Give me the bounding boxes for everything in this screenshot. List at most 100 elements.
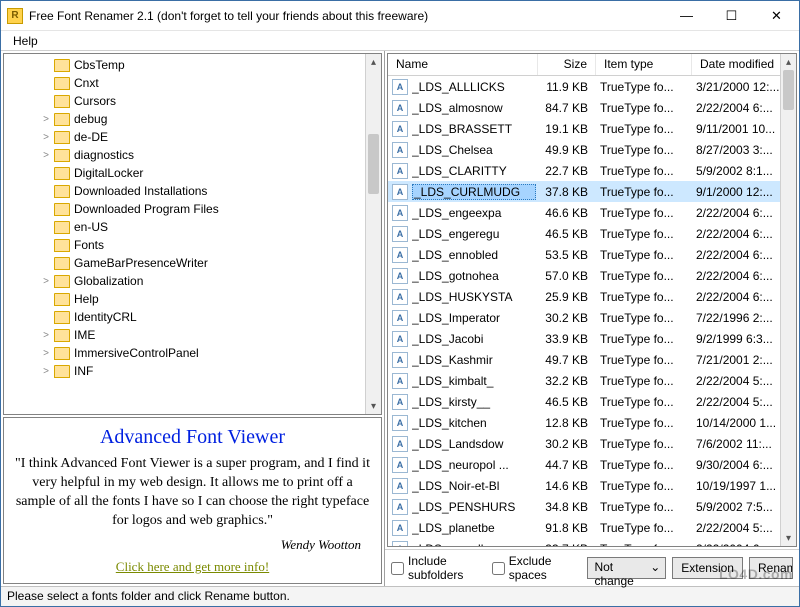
include-subfolders-checkbox[interactable]: Include subfolders xyxy=(391,554,486,582)
file-name: _LDS_neuropol ... xyxy=(412,458,536,472)
file-row[interactable]: _LDS_neuropol ...44.7 KBTrueType fo...9/… xyxy=(388,454,780,475)
file-row[interactable]: _LDS_kitchen12.8 KBTrueType fo...10/14/2… xyxy=(388,412,780,433)
file-row[interactable]: _LDS_PENSHURS34.8 KBTrueType fo...5/9/20… xyxy=(388,496,780,517)
tree-item[interactable]: >diagnostics xyxy=(4,146,381,164)
file-row[interactable]: _LDS_kimbalt_32.2 KBTrueType fo...2/22/2… xyxy=(388,370,780,391)
tree-item[interactable]: Cnxt xyxy=(4,74,381,92)
file-row[interactable]: _LDS_Kashmir49.7 KBTrueType fo...7/21/20… xyxy=(388,349,780,370)
tree-item[interactable]: >ImmersiveControlPanel xyxy=(4,344,381,362)
tree-scrollbar[interactable]: ▴ ▾ xyxy=(365,54,381,414)
promo-panel: Advanced Font Viewer "I think Advanced F… xyxy=(3,417,382,584)
menu-help[interactable]: Help xyxy=(7,32,44,50)
file-name: _LDS_planetbe xyxy=(412,521,536,535)
tree-item[interactable]: en-US xyxy=(4,218,381,236)
tree-item[interactable]: Cursors xyxy=(4,92,381,110)
file-type: TrueType fo... xyxy=(594,206,690,220)
col-size[interactable]: Size xyxy=(538,54,596,75)
file-row[interactable]: _LDS_engeregu46.5 KBTrueType fo...2/22/2… xyxy=(388,223,780,244)
file-row[interactable]: _LDS_Imperator30.2 KBTrueType fo...7/22/… xyxy=(388,307,780,328)
file-row[interactable]: _LDS_HUSKYSTA25.9 KBTrueType fo...2/22/2… xyxy=(388,286,780,307)
expand-icon[interactable]: > xyxy=(40,329,52,341)
tree-item[interactable]: Downloaded Installations xyxy=(4,182,381,200)
font-file-icon xyxy=(392,436,408,452)
font-file-icon xyxy=(392,268,408,284)
folder-icon xyxy=(54,149,70,162)
file-row[interactable]: _LDS_savedbyz33.7 KBTrueType fo...2/22/2… xyxy=(388,538,780,546)
file-row[interactable]: _LDS_gotnohea57.0 KBTrueType fo...2/22/2… xyxy=(388,265,780,286)
expand-icon[interactable]: > xyxy=(40,365,52,377)
scroll-up-icon[interactable]: ▴ xyxy=(781,54,796,70)
tree-item[interactable]: GameBarPresenceWriter xyxy=(4,254,381,272)
file-name: _LDS_CLARITTY xyxy=(412,164,536,178)
minimize-button[interactable]: — xyxy=(664,1,709,30)
scroll-down-icon[interactable]: ▾ xyxy=(366,398,381,414)
scroll-up-icon[interactable]: ▴ xyxy=(366,54,381,70)
file-row[interactable]: _LDS_ennobled53.5 KBTrueType fo...2/22/2… xyxy=(388,244,780,265)
expand-icon[interactable]: > xyxy=(40,275,52,287)
include-subfolders-input[interactable] xyxy=(391,562,404,575)
exclude-spaces-checkbox[interactable]: Exclude spaces xyxy=(492,554,576,582)
promo-link[interactable]: Click here and get more info! xyxy=(116,559,269,574)
tree-item[interactable]: IdentityCRL xyxy=(4,308,381,326)
file-type: TrueType fo... xyxy=(594,353,690,367)
file-size: 34.8 KB xyxy=(536,500,594,514)
file-date: 5/9/2002 8:1... xyxy=(690,164,780,178)
expand-icon[interactable]: > xyxy=(40,149,52,161)
file-size: 30.2 KB xyxy=(536,311,594,325)
tree-item[interactable]: Fonts xyxy=(4,236,381,254)
content-area: CbsTempCnxtCursors>debug>de-DE>diagnosti… xyxy=(1,51,799,586)
file-type: TrueType fo... xyxy=(594,437,690,451)
file-row[interactable]: _LDS_Chelsea49.9 KBTrueType fo...8/27/20… xyxy=(388,139,780,160)
tree-item[interactable]: Downloaded Program Files xyxy=(4,200,381,218)
col-type[interactable]: Item type xyxy=(596,54,692,75)
extension-button[interactable]: Extension xyxy=(672,557,743,579)
file-row[interactable]: _LDS_Jacobi33.9 KBTrueType fo...9/2/1999… xyxy=(388,328,780,349)
tree-item-label: IdentityCRL xyxy=(74,310,137,324)
case-combo[interactable]: Not change xyxy=(587,557,666,579)
expand-icon[interactable]: > xyxy=(40,131,52,143)
tree-item[interactable]: CbsTemp xyxy=(4,56,381,74)
exclude-spaces-input[interactable] xyxy=(492,562,505,575)
file-row[interactable]: _LDS_kirsty__46.5 KBTrueType fo...2/22/2… xyxy=(388,391,780,412)
tree-item-label: Downloaded Installations xyxy=(74,184,207,198)
maximize-button[interactable]: ☐ xyxy=(709,1,754,30)
col-name[interactable]: Name xyxy=(388,54,538,75)
tree-item[interactable]: >Globalization xyxy=(4,272,381,290)
file-list[interactable]: Name Size Item type Date modified _LDS_A… xyxy=(387,53,797,547)
close-button[interactable]: ✕ xyxy=(754,1,799,30)
expand-icon[interactable]: > xyxy=(40,113,52,125)
tree-item[interactable]: DigitalLocker xyxy=(4,164,381,182)
file-row[interactable]: _LDS_almosnow84.7 KBTrueType fo...2/22/2… xyxy=(388,97,780,118)
file-row[interactable]: _LDS_engeexpa46.6 KBTrueType fo...2/22/2… xyxy=(388,202,780,223)
file-row[interactable]: _LDS_CLARITTY22.7 KBTrueType fo...5/9/20… xyxy=(388,160,780,181)
tree-item[interactable]: >debug xyxy=(4,110,381,128)
scroll-down-icon[interactable]: ▾ xyxy=(781,530,796,546)
file-type: TrueType fo... xyxy=(594,269,690,283)
file-name: _LDS_savedbyz xyxy=(412,542,536,547)
folder-tree[interactable]: CbsTempCnxtCursors>debug>de-DE>diagnosti… xyxy=(3,53,382,415)
folder-icon xyxy=(54,293,70,306)
file-row[interactable]: _LDS_CURLMUDG37.8 KBTrueType fo...9/1/20… xyxy=(388,181,780,202)
list-scrollbar[interactable]: ▴ ▾ xyxy=(780,54,796,546)
list-header[interactable]: Name Size Item type Date modified xyxy=(388,54,796,76)
scroll-thumb[interactable] xyxy=(783,70,794,110)
tree-item[interactable]: >INF xyxy=(4,362,381,380)
font-file-icon xyxy=(392,520,408,536)
expand-icon[interactable]: > xyxy=(40,347,52,359)
font-file-icon xyxy=(392,205,408,221)
tree-item[interactable]: >de-DE xyxy=(4,128,381,146)
file-row[interactable]: _LDS_planetbe91.8 KBTrueType fo...2/22/2… xyxy=(388,517,780,538)
file-row[interactable]: _LDS_ALLLICKS11.9 KBTrueType fo...3/21/2… xyxy=(388,76,780,97)
file-row[interactable]: _LDS_Noir-et-Bl14.6 KBTrueType fo...10/1… xyxy=(388,475,780,496)
file-row[interactable]: _LDS_BRASSETT19.1 KBTrueType fo...9/11/2… xyxy=(388,118,780,139)
file-size: 37.8 KB xyxy=(536,185,594,199)
file-date: 9/11/2001 10... xyxy=(690,122,780,136)
rename-button[interactable]: Rename xyxy=(749,557,793,579)
tree-item-label: IME xyxy=(74,328,95,342)
font-file-icon xyxy=(392,352,408,368)
file-row[interactable]: _LDS_Landsdow30.2 KBTrueType fo...7/6/20… xyxy=(388,433,780,454)
tree-item[interactable]: > IME xyxy=(4,326,381,344)
tree-item-label: Help xyxy=(74,292,99,306)
tree-item[interactable]: Help xyxy=(4,290,381,308)
scroll-thumb[interactable] xyxy=(368,134,379,194)
